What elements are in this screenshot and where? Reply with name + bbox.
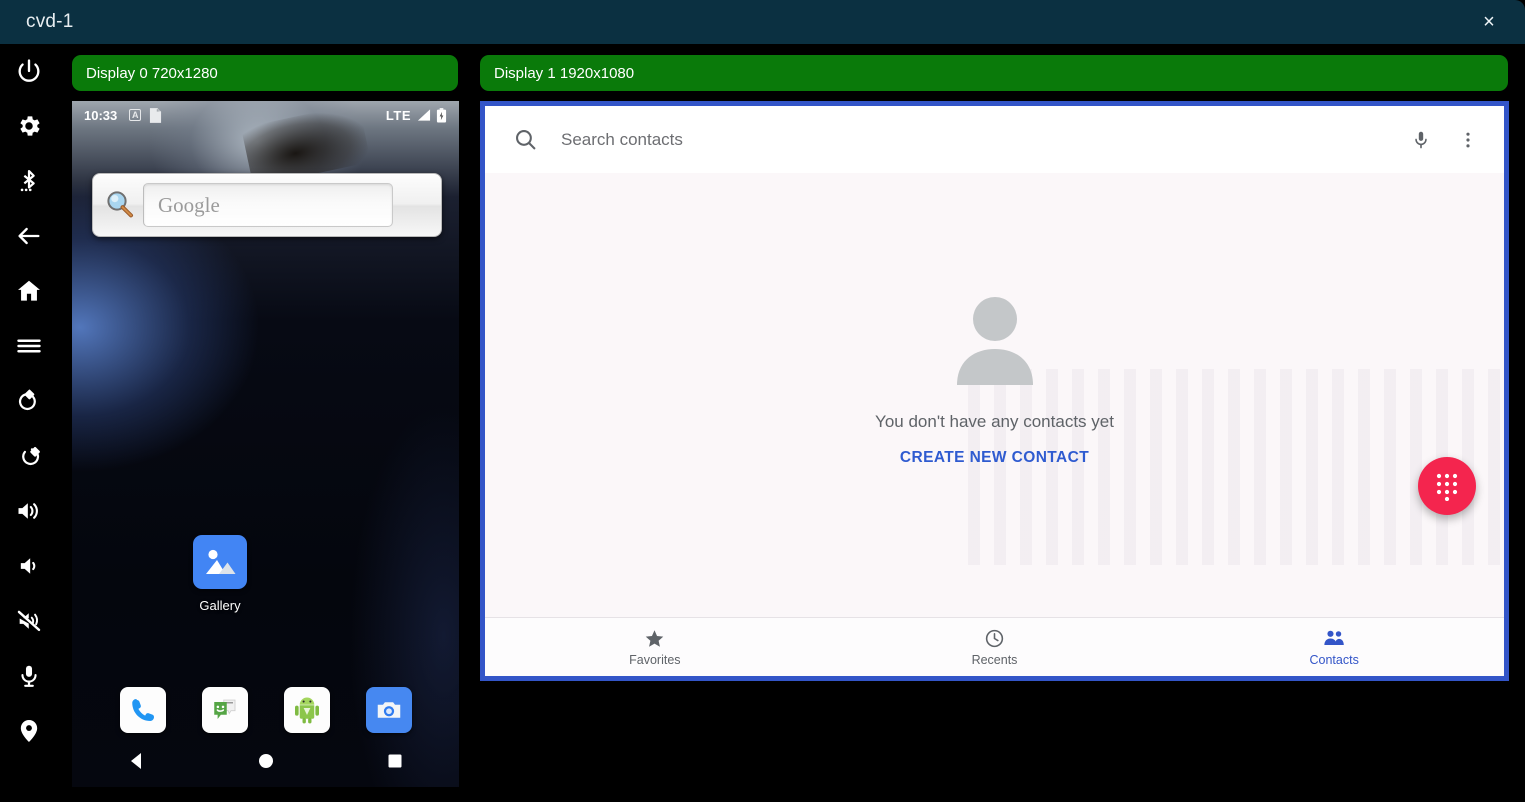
person-placeholder-icon: [947, 293, 1043, 385]
dialpad-icon: [1434, 471, 1460, 501]
alarm-badge-icon: A: [129, 109, 141, 121]
create-new-contact-button[interactable]: CREATE NEW CONTACT: [900, 449, 1089, 467]
microphone-icon[interactable]: [1410, 129, 1432, 151]
google-search-widget[interactable]: Google: [92, 173, 442, 237]
rotate-right-icon[interactable]: [8, 435, 50, 477]
volume-up-icon[interactable]: [8, 490, 50, 532]
people-icon: [1323, 628, 1346, 649]
contacts-search-bar[interactable]: Search contacts: [485, 106, 1504, 173]
bottom-nav-favorites[interactable]: Favorites: [485, 628, 825, 667]
bottom-nav-recents[interactable]: Recents: [825, 628, 1165, 667]
rotate-left-icon[interactable]: [8, 380, 50, 422]
nav-recents-square-icon[interactable]: [368, 741, 422, 781]
sdcard-icon: [149, 108, 162, 123]
window-title: cvd-1: [26, 11, 73, 33]
android-icon[interactable]: [284, 687, 330, 733]
battery-charging-icon: [436, 108, 447, 123]
back-arrow-icon[interactable]: [8, 215, 50, 257]
home-icon[interactable]: [8, 270, 50, 312]
more-vert-icon[interactable]: [1458, 130, 1478, 150]
contacts-content-area: You don't have any contacts yet CREATE N…: [485, 173, 1504, 618]
clock-icon: [984, 628, 1005, 649]
dialpad-fab-button[interactable]: [1418, 457, 1476, 515]
search-input-placeholder[interactable]: Search contacts: [561, 130, 683, 150]
contacts-bottom-nav: Favorites Recents Contacts: [485, 617, 1504, 676]
star-icon: [644, 628, 665, 649]
messages-icon[interactable]: [202, 687, 248, 733]
android-navigation-bar: [72, 735, 459, 787]
location-icon[interactable]: [8, 710, 50, 752]
volume-down-icon[interactable]: [8, 545, 50, 587]
status-clock: 10:33: [84, 108, 117, 123]
menu-icon[interactable]: [8, 325, 50, 367]
device-control-rail: [0, 44, 58, 802]
nav-home-circle-icon[interactable]: [239, 741, 293, 781]
bottom-nav-label: Contacts: [1310, 653, 1359, 667]
network-type-label: LTE: [386, 108, 411, 123]
microphone-icon[interactable]: [8, 655, 50, 697]
display-0-header: Display 0 720x1280: [72, 55, 458, 91]
camera-icon[interactable]: [366, 687, 412, 733]
display-1-screen[interactable]: Search contacts You don't have any conta…: [480, 101, 1509, 681]
phone-icon[interactable]: [120, 687, 166, 733]
display-0-screen[interactable]: 10:33 A LTE Goog: [72, 101, 459, 787]
empty-state: You don't have any contacts yet CREATE N…: [485, 293, 1504, 467]
app-icon-gallery[interactable]: Gallery: [176, 535, 264, 613]
bluetooth-icon[interactable]: [8, 160, 50, 202]
close-icon[interactable]: ×: [1477, 11, 1501, 35]
power-icon[interactable]: [8, 50, 50, 92]
status-left-icons: A: [129, 108, 162, 123]
bottom-nav-label: Favorites: [629, 653, 680, 667]
display-1-label: Display 1 1920x1080: [494, 65, 634, 82]
google-search-placeholder: Google: [158, 193, 220, 218]
android-status-bar: 10:33 A LTE: [72, 101, 459, 129]
signal-icon: [416, 108, 431, 122]
google-search-input[interactable]: Google: [143, 183, 393, 227]
app-label: Gallery: [176, 598, 264, 613]
gear-icon[interactable]: [8, 105, 50, 147]
volume-mute-icon[interactable]: [8, 600, 50, 642]
empty-state-message: You don't have any contacts yet: [485, 412, 1504, 432]
bottom-nav-contacts[interactable]: Contacts: [1164, 628, 1504, 667]
gallery-icon: [193, 535, 247, 589]
status-right-icons: LTE: [386, 108, 447, 123]
display-0-label: Display 0 720x1280: [86, 65, 218, 82]
search-icon: [513, 127, 538, 152]
bottom-nav-label: Recents: [972, 653, 1018, 667]
display-1-header: Display 1 1920x1080: [480, 55, 1508, 91]
window-titlebar: cvd-1 ×: [0, 0, 1525, 44]
search-icon: [103, 188, 137, 222]
nav-back-triangle-icon[interactable]: [110, 741, 164, 781]
